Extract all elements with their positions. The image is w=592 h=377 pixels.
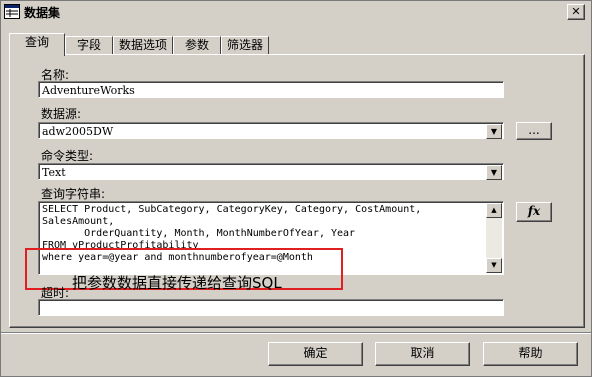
dataset-dialog: 数据集 ✕ 查询 字段 数据选项 参数 筛选器 名称: AdventureWor… bbox=[0, 0, 592, 377]
datasource-select[interactable]: adw2005DW ▼ bbox=[38, 122, 504, 139]
scroll-down-icon[interactable]: ▼ bbox=[486, 258, 502, 273]
command-type-select[interactable]: Text ▼ bbox=[38, 163, 504, 180]
datasource-value: adw2005DW bbox=[42, 125, 114, 138]
fx-icon: fx bbox=[527, 204, 541, 218]
close-icon: ✕ bbox=[571, 5, 581, 18]
window-title: 数据集 bbox=[24, 6, 61, 20]
dataset-icon bbox=[4, 4, 20, 19]
separator bbox=[1, 332, 591, 334]
datasource-browse-button[interactable]: ... bbox=[516, 122, 552, 140]
query-scrollbar[interactable]: ▲ ▼ bbox=[486, 203, 502, 273]
expression-button[interactable]: fx bbox=[516, 202, 552, 222]
scroll-up-icon[interactable]: ▲ bbox=[486, 203, 502, 218]
command-type-label: 命令类型: bbox=[41, 149, 94, 163]
tab-fields[interactable]: 字段 bbox=[65, 36, 113, 55]
tab-parameters[interactable]: 参数 bbox=[173, 36, 221, 55]
tab-data-options[interactable]: 数据选项 bbox=[113, 36, 173, 55]
datasource-label: 数据源: bbox=[41, 107, 82, 121]
chevron-down-icon[interactable]: ▼ bbox=[486, 165, 502, 180]
query-string-label: 查询字符串: bbox=[41, 187, 106, 201]
name-input[interactable]: AdventureWorks bbox=[38, 81, 504, 98]
timeout-input[interactable] bbox=[38, 299, 504, 316]
title-bar: 数据集 ✕ bbox=[1, 1, 591, 23]
annotation-text: 把参数数据直接传递给查询SQL bbox=[72, 274, 282, 292]
close-button[interactable]: ✕ bbox=[567, 4, 585, 20]
tab-filters[interactable]: 筛选器 bbox=[221, 36, 269, 55]
command-type-value: Text bbox=[42, 166, 66, 179]
help-button[interactable]: 帮助 bbox=[483, 342, 578, 366]
tab-query[interactable]: 查询 bbox=[9, 33, 65, 56]
cancel-button[interactable]: 取消 bbox=[375, 342, 470, 366]
ok-button[interactable]: 确定 bbox=[268, 342, 363, 366]
chevron-down-icon[interactable]: ▼ bbox=[486, 124, 502, 139]
